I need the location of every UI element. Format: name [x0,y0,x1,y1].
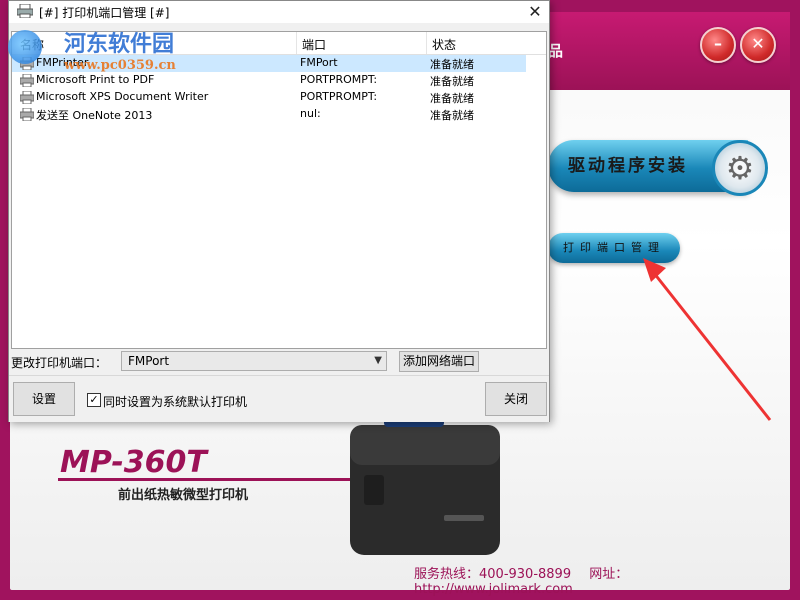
list-header: 名称 端口 状态 [12,32,546,55]
row-status: 准备就绪 [430,58,474,71]
row-port: PORTPROMPT: [300,73,378,86]
model-name: MP-360T [60,445,207,480]
dialog-title: [#] 打印机端口管理 [#] [39,6,170,20]
column-separator[interactable] [296,32,297,54]
row-name: 发送至 OneNote 2013 [36,109,153,122]
footer-hotline: 服务热线：400-930-8899 [414,567,572,582]
row-name: FMPrinter [36,56,89,69]
port-manager-dialog: [#] 打印机端口管理 [#] ✕ 名称 端口 状态 FMPrinter FMP… [8,0,550,422]
model-description: 前出纸热敏微型打印机 [118,488,249,503]
printer-icon [17,4,33,18]
row-port: nul: [300,107,321,120]
printer-list[interactable]: 名称 端口 状态 FMPrinter FMPort 准备就绪 Microsoft… [11,31,547,349]
dialog-close-icon[interactable]: ✕ [521,1,549,23]
chevron-down-icon: ▼ [374,355,382,366]
footer: 服务热线：400-930-8899 网址：http://www.jolimark… [414,563,800,597]
table-row[interactable]: Microsoft XPS Document Writer PORTPROMPT… [12,89,526,106]
row-name: Microsoft XPS Document Writer [36,90,209,103]
column-header-name[interactable]: 名称 [20,36,44,53]
port-select-value: FMPort [128,354,170,368]
row-status: 准备就绪 [430,109,474,122]
printer-image [350,405,500,555]
row-name: Microsoft Print to PDF [36,73,155,86]
column-separator[interactable] [426,32,427,54]
default-printer-checkbox-label[interactable]: 同时设置为系统默认打印机 [103,393,247,410]
printer-icon [20,57,34,70]
change-port-label: 更改打印机端口： [11,356,108,370]
row-port: FMPort [300,56,338,69]
add-network-port-button[interactable]: 添加网络端口 [399,351,479,372]
close-button[interactable]: 关闭 [485,382,547,416]
default-printer-checkbox[interactable]: ✓ [87,393,101,407]
table-row[interactable]: 发送至 OneNote 2013 nul: 准备就绪 [12,106,526,123]
printer-icon [20,91,34,104]
row-port: PORTPROMPT: [300,90,378,103]
printer-icon [20,74,34,87]
column-header-port[interactable]: 端口 [302,36,326,53]
table-row[interactable]: Microsoft Print to PDF PORTPROMPT: 准备就绪 [12,72,526,89]
port-select[interactable]: FMPort ▼ [121,351,387,371]
dialog-titlebar[interactable]: [#] 打印机端口管理 [#] ✕ [9,1,549,23]
table-row[interactable]: FMPrinter FMPort 准备就绪 [12,55,526,72]
column-header-status[interactable]: 状态 [432,36,456,53]
row-status: 准备就绪 [430,75,474,88]
model-underline [58,478,358,481]
printer-icon [20,108,34,121]
settings-button[interactable]: 设置 [13,382,75,416]
row-status: 准备就绪 [430,92,474,105]
